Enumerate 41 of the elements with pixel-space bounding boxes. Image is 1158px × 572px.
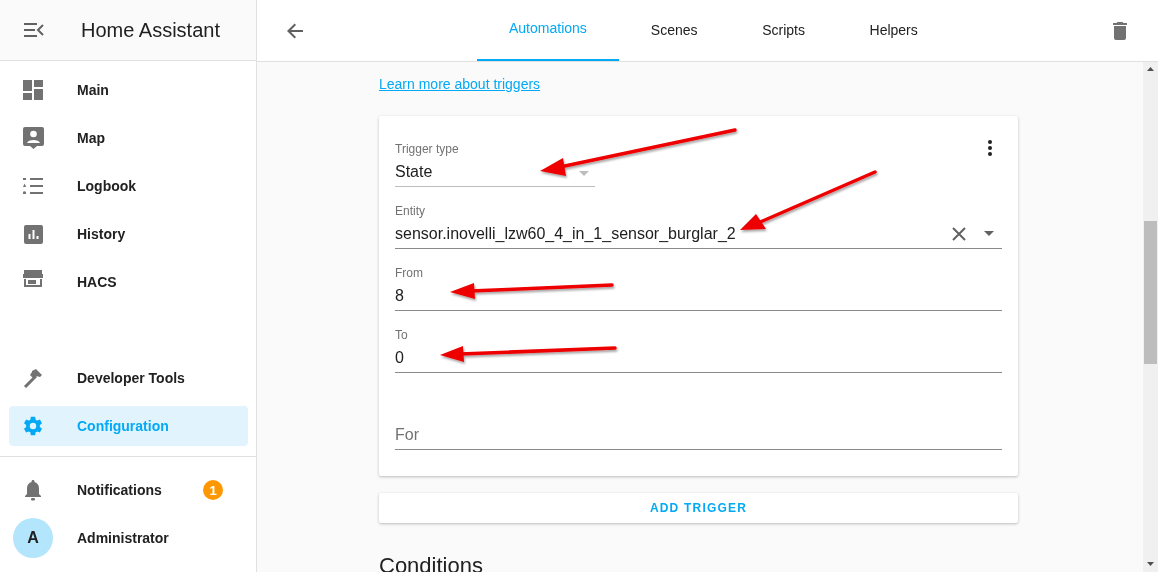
tab[interactable]: Helpers (837, 0, 950, 61)
field-value: 8 (395, 286, 404, 305)
map-pin-person-icon (22, 127, 44, 149)
notifications-item[interactable]: Notifications 1 (9, 466, 248, 514)
field-placeholder: For (395, 425, 420, 444)
scroll-down-icon[interactable] (1147, 562, 1154, 566)
tab[interactable]: Scripts (729, 0, 838, 61)
dropdown-caret-icon[interactable] (984, 231, 994, 236)
sidebar-item[interactable]: History (9, 210, 248, 258)
sidebar-item[interactable]: Logbook (9, 162, 248, 210)
field-value: 0 (395, 348, 404, 367)
clear-icon[interactable] (952, 226, 966, 241)
sidebar-item[interactable]: Map (9, 114, 248, 162)
dashboard-icon (23, 80, 43, 100)
back-arrow-icon[interactable] (287, 22, 303, 39)
settings-icon (22, 415, 44, 437)
sidebar-item[interactable]: Main (9, 66, 248, 114)
sidebar-item[interactable]: Developer Tools (9, 354, 248, 402)
count-badge: 1 (203, 480, 223, 500)
hammer-icon (23, 368, 43, 388)
user-item[interactable]: A Administrator (9, 514, 248, 562)
app-title: Home Assistant (81, 18, 220, 42)
tab[interactable]: Scenes (618, 0, 730, 61)
more-options-icon[interactable] (988, 140, 992, 156)
user-avatar: A (13, 518, 53, 558)
field-label: To (395, 328, 409, 343)
scrollbar[interactable] (1143, 62, 1158, 572)
field-label: Trigger type (395, 142, 460, 157)
menu-icon[interactable] (24, 23, 44, 37)
list-icon (23, 178, 43, 194)
bell-icon (23, 479, 43, 501)
bar-chart-icon (23, 224, 43, 244)
sidebar-item[interactable]: HACS (9, 258, 248, 306)
delete-icon[interactable] (1113, 21, 1127, 40)
field-label: From (395, 266, 424, 281)
field-value: sensor.inovelli_lzw60_4_in_1_sensor_burglar_2 (395, 224, 736, 243)
field-value: State (395, 162, 433, 181)
field-label: Entity (395, 204, 426, 219)
scroll-up-icon[interactable] (1147, 67, 1154, 71)
input-field[interactable]: For (395, 390, 1002, 450)
scrollbar-thumb[interactable] (1144, 221, 1157, 364)
